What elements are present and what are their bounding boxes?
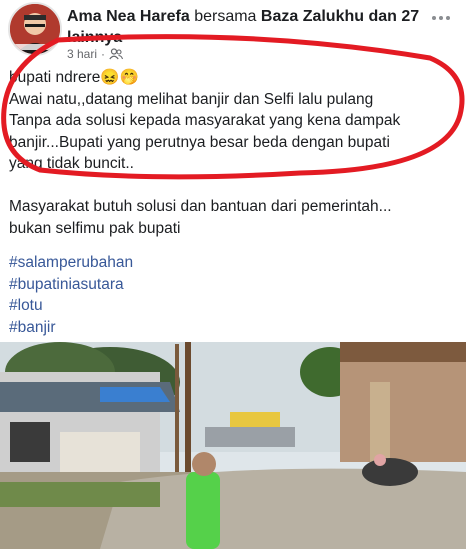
hashtag-link[interactable]: #salamperubahan <box>9 252 133 274</box>
avatar-image <box>10 4 60 54</box>
author-name[interactable]: Ama Nea Harefa <box>67 8 190 25</box>
photo-image <box>0 342 466 549</box>
more-options-icon[interactable] <box>432 12 456 24</box>
hashtag-link[interactable]: #banjir <box>9 317 133 339</box>
post-line: Awai natu,,datang melihat banjir dan Sel… <box>9 90 374 108</box>
post-header: Ama Nea Harefa bersama Baza Zalukhu dan … <box>0 0 466 61</box>
author-line: Ama Nea Harefa bersama Baza Zalukhu dan … <box>67 6 437 48</box>
avatar[interactable] <box>8 2 62 56</box>
post-line: bupati ndrere😖🤭 <box>9 69 139 86</box>
post-line-blank <box>9 175 459 197</box>
post-line: yang tidak buncit.. <box>9 155 134 172</box>
hashtags: #salamperubahan #bupatiniasutara #lotu #… <box>9 252 133 338</box>
with-text: bersama <box>194 8 257 25</box>
post-line: bukan selfimu pak bupati <box>9 219 181 237</box>
meta-separator: · <box>101 47 106 61</box>
hashtag-link[interactable]: #lotu <box>9 295 133 317</box>
post-meta: 3 hari · <box>67 47 124 61</box>
friends-icon <box>109 48 124 60</box>
post-line: Tanpa ada solusi kepada masyarakat yang … <box>9 112 401 129</box>
hashtag-link[interactable]: #bupatiniasutara <box>9 274 133 296</box>
post-text: bupati ndrere😖🤭 Awai natu,,datang meliha… <box>9 67 459 239</box>
post-time[interactable]: 3 hari <box>67 47 97 61</box>
post-line: banjir...Bupati yang perutnya besar beda… <box>9 133 390 151</box>
post-line: Masyarakat butuh solusi dan bantuan dari… <box>9 198 392 215</box>
flooded-street-photo[interactable] <box>0 342 466 549</box>
